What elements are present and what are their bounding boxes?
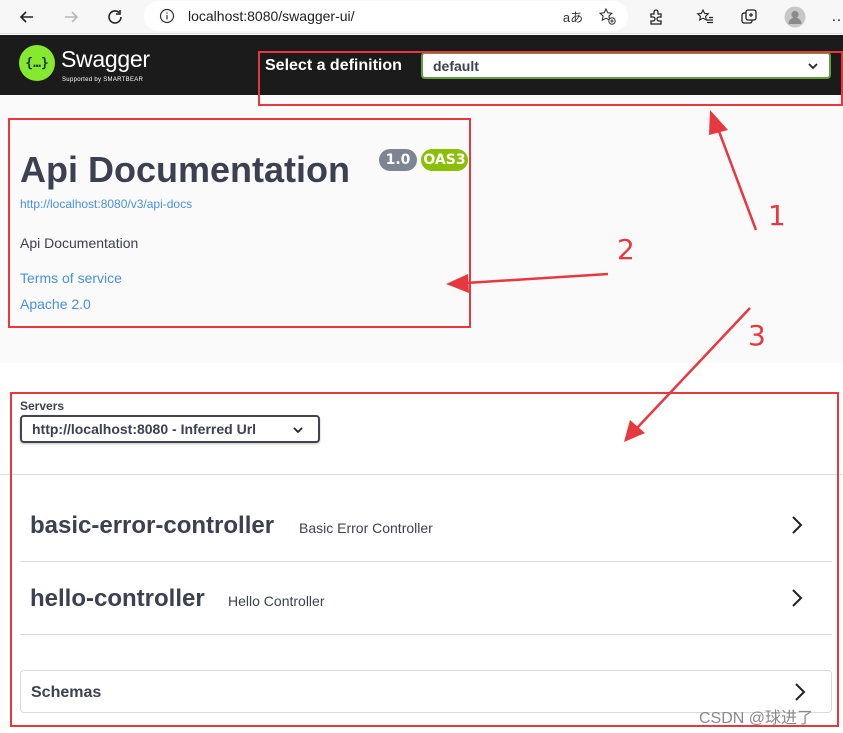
watermark: CSDN @球进了 xyxy=(699,710,814,727)
annotation-arrow-2 xyxy=(446,272,609,293)
annotation-number-1: 1 xyxy=(768,199,786,232)
annotation-arrow-3 xyxy=(624,307,751,442)
annotation-arrows xyxy=(446,110,758,442)
annotation-arrow-1 xyxy=(709,110,758,231)
annotation-number-3: 3 xyxy=(748,319,766,352)
annotation-number-2: 2 xyxy=(617,233,635,266)
